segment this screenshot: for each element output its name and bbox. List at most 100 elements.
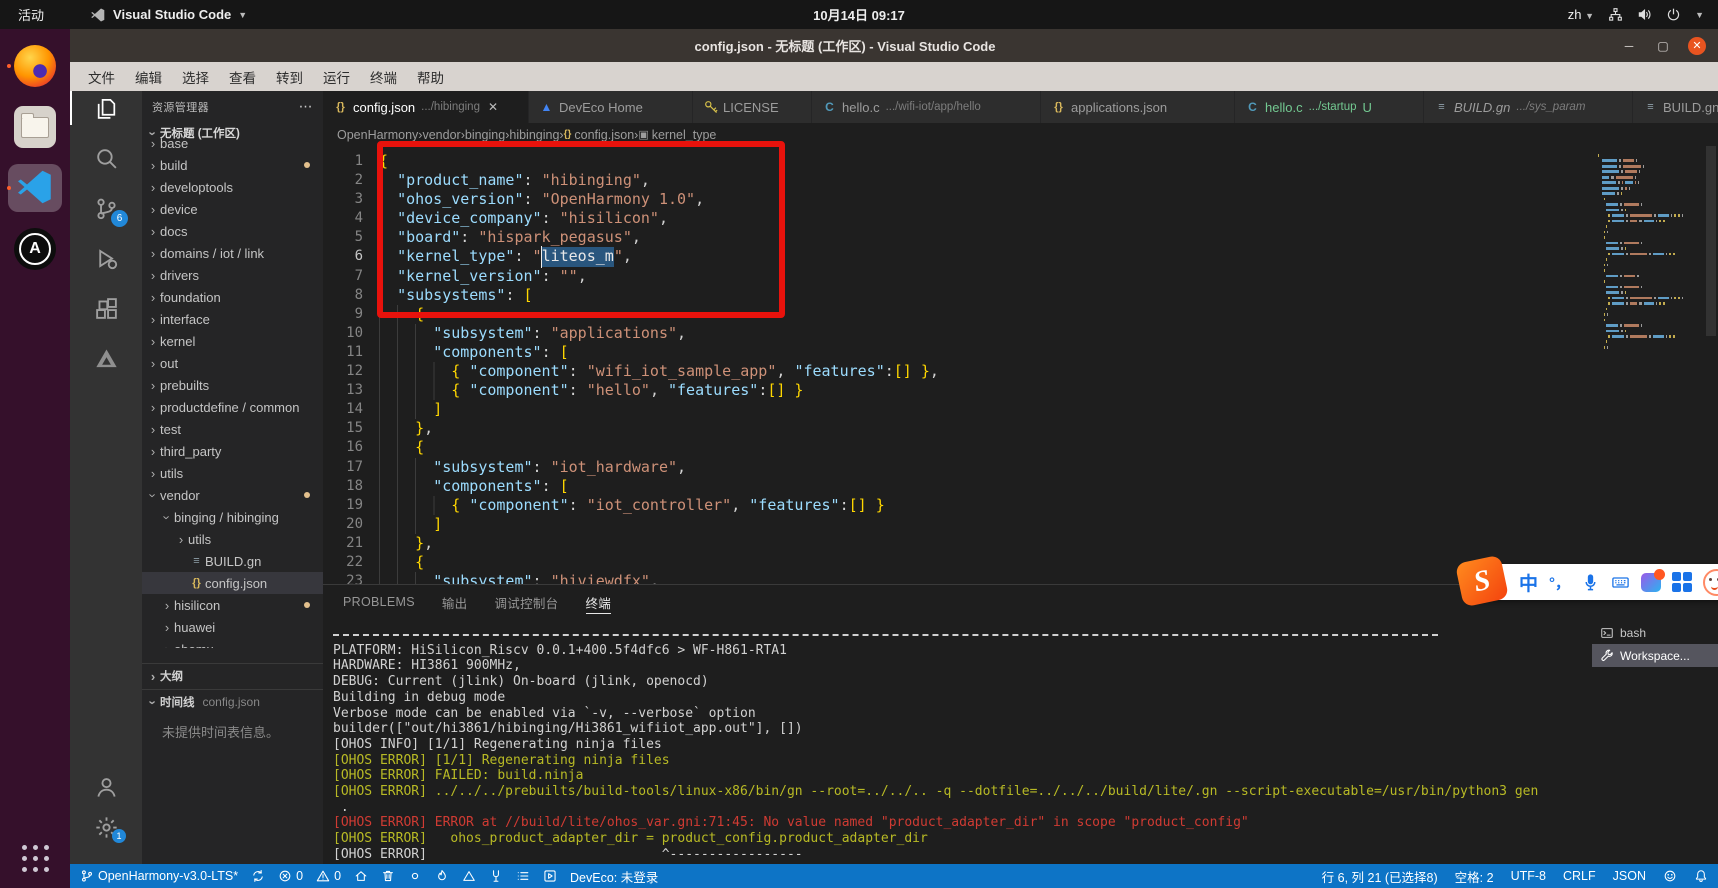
dock-firefox[interactable]	[8, 42, 62, 90]
tree-item-out[interactable]: ›out	[142, 352, 323, 374]
breadcrumb[interactable]: OpenHarmony›vendor›binging›hibinging›{}c…	[323, 123, 1718, 146]
tab-config-json-0[interactable]: {}config.json.../hibinging✕	[323, 91, 529, 123]
breadcrumb-item-config.json[interactable]: {}config.json	[564, 128, 635, 142]
status-sync[interactable]	[251, 869, 265, 883]
status-tri[interactable]	[462, 869, 476, 883]
dock-files[interactable]	[8, 103, 62, 151]
status-JSON[interactable]: JSON	[1613, 869, 1646, 883]
tree-item-test[interactable]: ›test	[142, 418, 323, 440]
tab-LICENSE-2[interactable]: LICENSE	[693, 91, 812, 123]
source-control-activity-button[interactable]: 6	[70, 195, 142, 221]
terminal-output[interactable]: PLATFORM: HiSilicon_Riscv 0.0.1+400.5f4d…	[333, 627, 1590, 862]
tree-item-build[interactable]: ›build	[142, 154, 323, 176]
more-actions-icon[interactable]: ⋯	[299, 98, 313, 115]
activities-button[interactable]: 活动	[0, 5, 62, 24]
tab-DevEco-Home-1[interactable]: ▲DevEco Home	[529, 91, 693, 123]
run-debug-activity-button[interactable]	[70, 245, 142, 271]
maximize-button[interactable]: ▢	[1654, 37, 1672, 55]
breadcrumb-item-binging[interactable]: binging	[465, 128, 505, 142]
status-fb[interactable]	[1663, 869, 1677, 883]
breadcrumb-item-kernel_type[interactable]: ▣kernel_type	[638, 128, 716, 142]
tree-item-binging-hibinging[interactable]: ›binging / hibinging	[142, 506, 323, 528]
microphone-icon[interactable]	[1581, 573, 1600, 592]
sogou-logo-icon[interactable]: S	[1455, 555, 1509, 608]
power-icon[interactable]	[1666, 7, 1681, 22]
terminal-session-Workspace[interactable]: Workspace...	[1592, 644, 1718, 667]
clock[interactable]: 10月14日 09:17	[813, 5, 905, 24]
outline-section-header[interactable]: ›大纲	[142, 663, 323, 688]
breadcrumb-item-vendor[interactable]: vendor	[422, 128, 460, 142]
tree-item-huawei[interactable]: ›huawei	[142, 616, 323, 638]
dock-a-app[interactable]: A	[8, 225, 62, 273]
terminal-session-bash[interactable]: bash	[1592, 621, 1718, 644]
tree-item-obemu[interactable]: ›obemu	[142, 638, 323, 648]
tree-item-utils[interactable]: ›utils	[142, 462, 323, 484]
panel-tab-输出[interactable]: 输出	[442, 585, 468, 619]
tree-item-kernel[interactable]: ›kernel	[142, 330, 323, 352]
extensions-activity-button[interactable]	[70, 295, 142, 321]
tab-hello-c-5[interactable]: Chello.c.../startupU	[1235, 91, 1424, 123]
tree-item-config-json[interactable]: {}config.json	[142, 572, 323, 594]
tab-hello-c-3[interactable]: Chello.c.../wifi-iot/app/hello	[812, 91, 1041, 123]
breadcrumb-item-hibinging[interactable]: hibinging	[509, 128, 559, 142]
ime-punctuation-toggle[interactable]: °，	[1549, 572, 1570, 593]
status-flame[interactable]	[435, 869, 449, 883]
status-bell[interactable]	[1694, 869, 1708, 883]
status-trash[interactable]	[381, 869, 395, 883]
tab-BUILD-gn-7[interactable]: ≡BUILD.gn.../	[1633, 91, 1718, 123]
ime-skin-icon[interactable]	[1641, 573, 1661, 592]
tree-item-prebuilts[interactable]: ›prebuilts	[142, 374, 323, 396]
tree-item-utils[interactable]: ›utils	[142, 528, 323, 550]
status-0[interactable]: 0	[278, 869, 303, 883]
menu-运行[interactable]: 运行	[313, 67, 360, 87]
panel-tab-PROBLEMS[interactable]: PROBLEMS	[343, 585, 415, 619]
minimap[interactable]	[1598, 154, 1702, 351]
status-CRLF[interactable]: CRLF	[1563, 869, 1596, 883]
deveco-activity-button[interactable]	[70, 345, 142, 371]
tree-item-developtools[interactable]: ›developtools	[142, 176, 323, 198]
tree-item-vendor[interactable]: ›vendor	[142, 484, 323, 506]
explorer-activity-button[interactable]	[70, 95, 142, 121]
show-applications-button[interactable]	[22, 845, 49, 872]
status-probe[interactable]	[489, 869, 503, 883]
status-UTF-8[interactable]: UTF-8	[1511, 869, 1546, 883]
keyboard-icon[interactable]	[1611, 573, 1630, 592]
ime-emoji-icon[interactable]	[1703, 569, 1718, 596]
minimize-button[interactable]: ─	[1620, 37, 1638, 55]
panel-tab-终端[interactable]: 终端	[586, 585, 612, 619]
dock-vscode[interactable]	[8, 164, 62, 212]
editor-scrollbar[interactable]	[1706, 146, 1716, 336]
status--6-21-8-[interactable]: 行 6, 列 21 (已选择8)	[1322, 867, 1438, 886]
menu-编辑[interactable]: 编辑	[125, 67, 172, 87]
menu-转到[interactable]: 转到	[266, 67, 313, 87]
menu-选择[interactable]: 选择	[172, 67, 219, 87]
close-button[interactable]: ✕	[1688, 37, 1706, 55]
app-menu-button[interactable]: Visual Studio Code ▼	[90, 7, 247, 23]
status-runbox[interactable]	[543, 869, 557, 883]
breadcrumb-item-OpenHarmony[interactable]: OpenHarmony	[337, 128, 418, 142]
code-editor[interactable]: 1{2 "product_name": "hibinging",3 "ohos_…	[323, 146, 1718, 584]
menu-文件[interactable]: 文件	[78, 67, 125, 87]
tree-item-BUILD-gn[interactable]: ≡BUILD.gn	[142, 550, 323, 572]
tab-BUILD-gn-6[interactable]: ≡BUILD.gn.../sys_param	[1424, 91, 1633, 123]
network-icon[interactable]	[1608, 7, 1623, 22]
tree-item-third_party[interactable]: ›third_party	[142, 440, 323, 462]
settings-button[interactable]: 1	[70, 814, 142, 840]
ime-mode-toggle[interactable]: 中	[1519, 569, 1538, 596]
menu-帮助[interactable]: 帮助	[407, 67, 454, 87]
close-tab-icon[interactable]: ✕	[488, 100, 498, 114]
system-menu-caret-icon[interactable]: ▼	[1695, 10, 1704, 20]
panel-tab-调试控制台[interactable]: 调试控制台	[494, 585, 558, 619]
tree-item-device[interactable]: ›device	[142, 198, 323, 220]
tree-item-domains-iot-link[interactable]: ›domains / iot / link	[142, 242, 323, 264]
tree-item-base[interactable]: ›base	[142, 132, 323, 154]
tree-item-drivers[interactable]: ›drivers	[142, 264, 323, 286]
volume-icon[interactable]	[1637, 7, 1652, 22]
status-OpenHarmony-v3-0-LTS-[interactable]: OpenHarmony-v3.0-LTS*	[80, 869, 238, 883]
account-button[interactable]	[70, 774, 142, 800]
ime-apps-grid-icon[interactable]	[1672, 572, 1692, 592]
timeline-section-header[interactable]: ›时间线config.json	[142, 689, 323, 714]
tab-applications-json-4[interactable]: {}applications.json	[1041, 91, 1235, 123]
status-DevEco-[interactable]: DevEco: 未登录	[570, 867, 658, 886]
tree-item-foundation[interactable]: ›foundation	[142, 286, 323, 308]
